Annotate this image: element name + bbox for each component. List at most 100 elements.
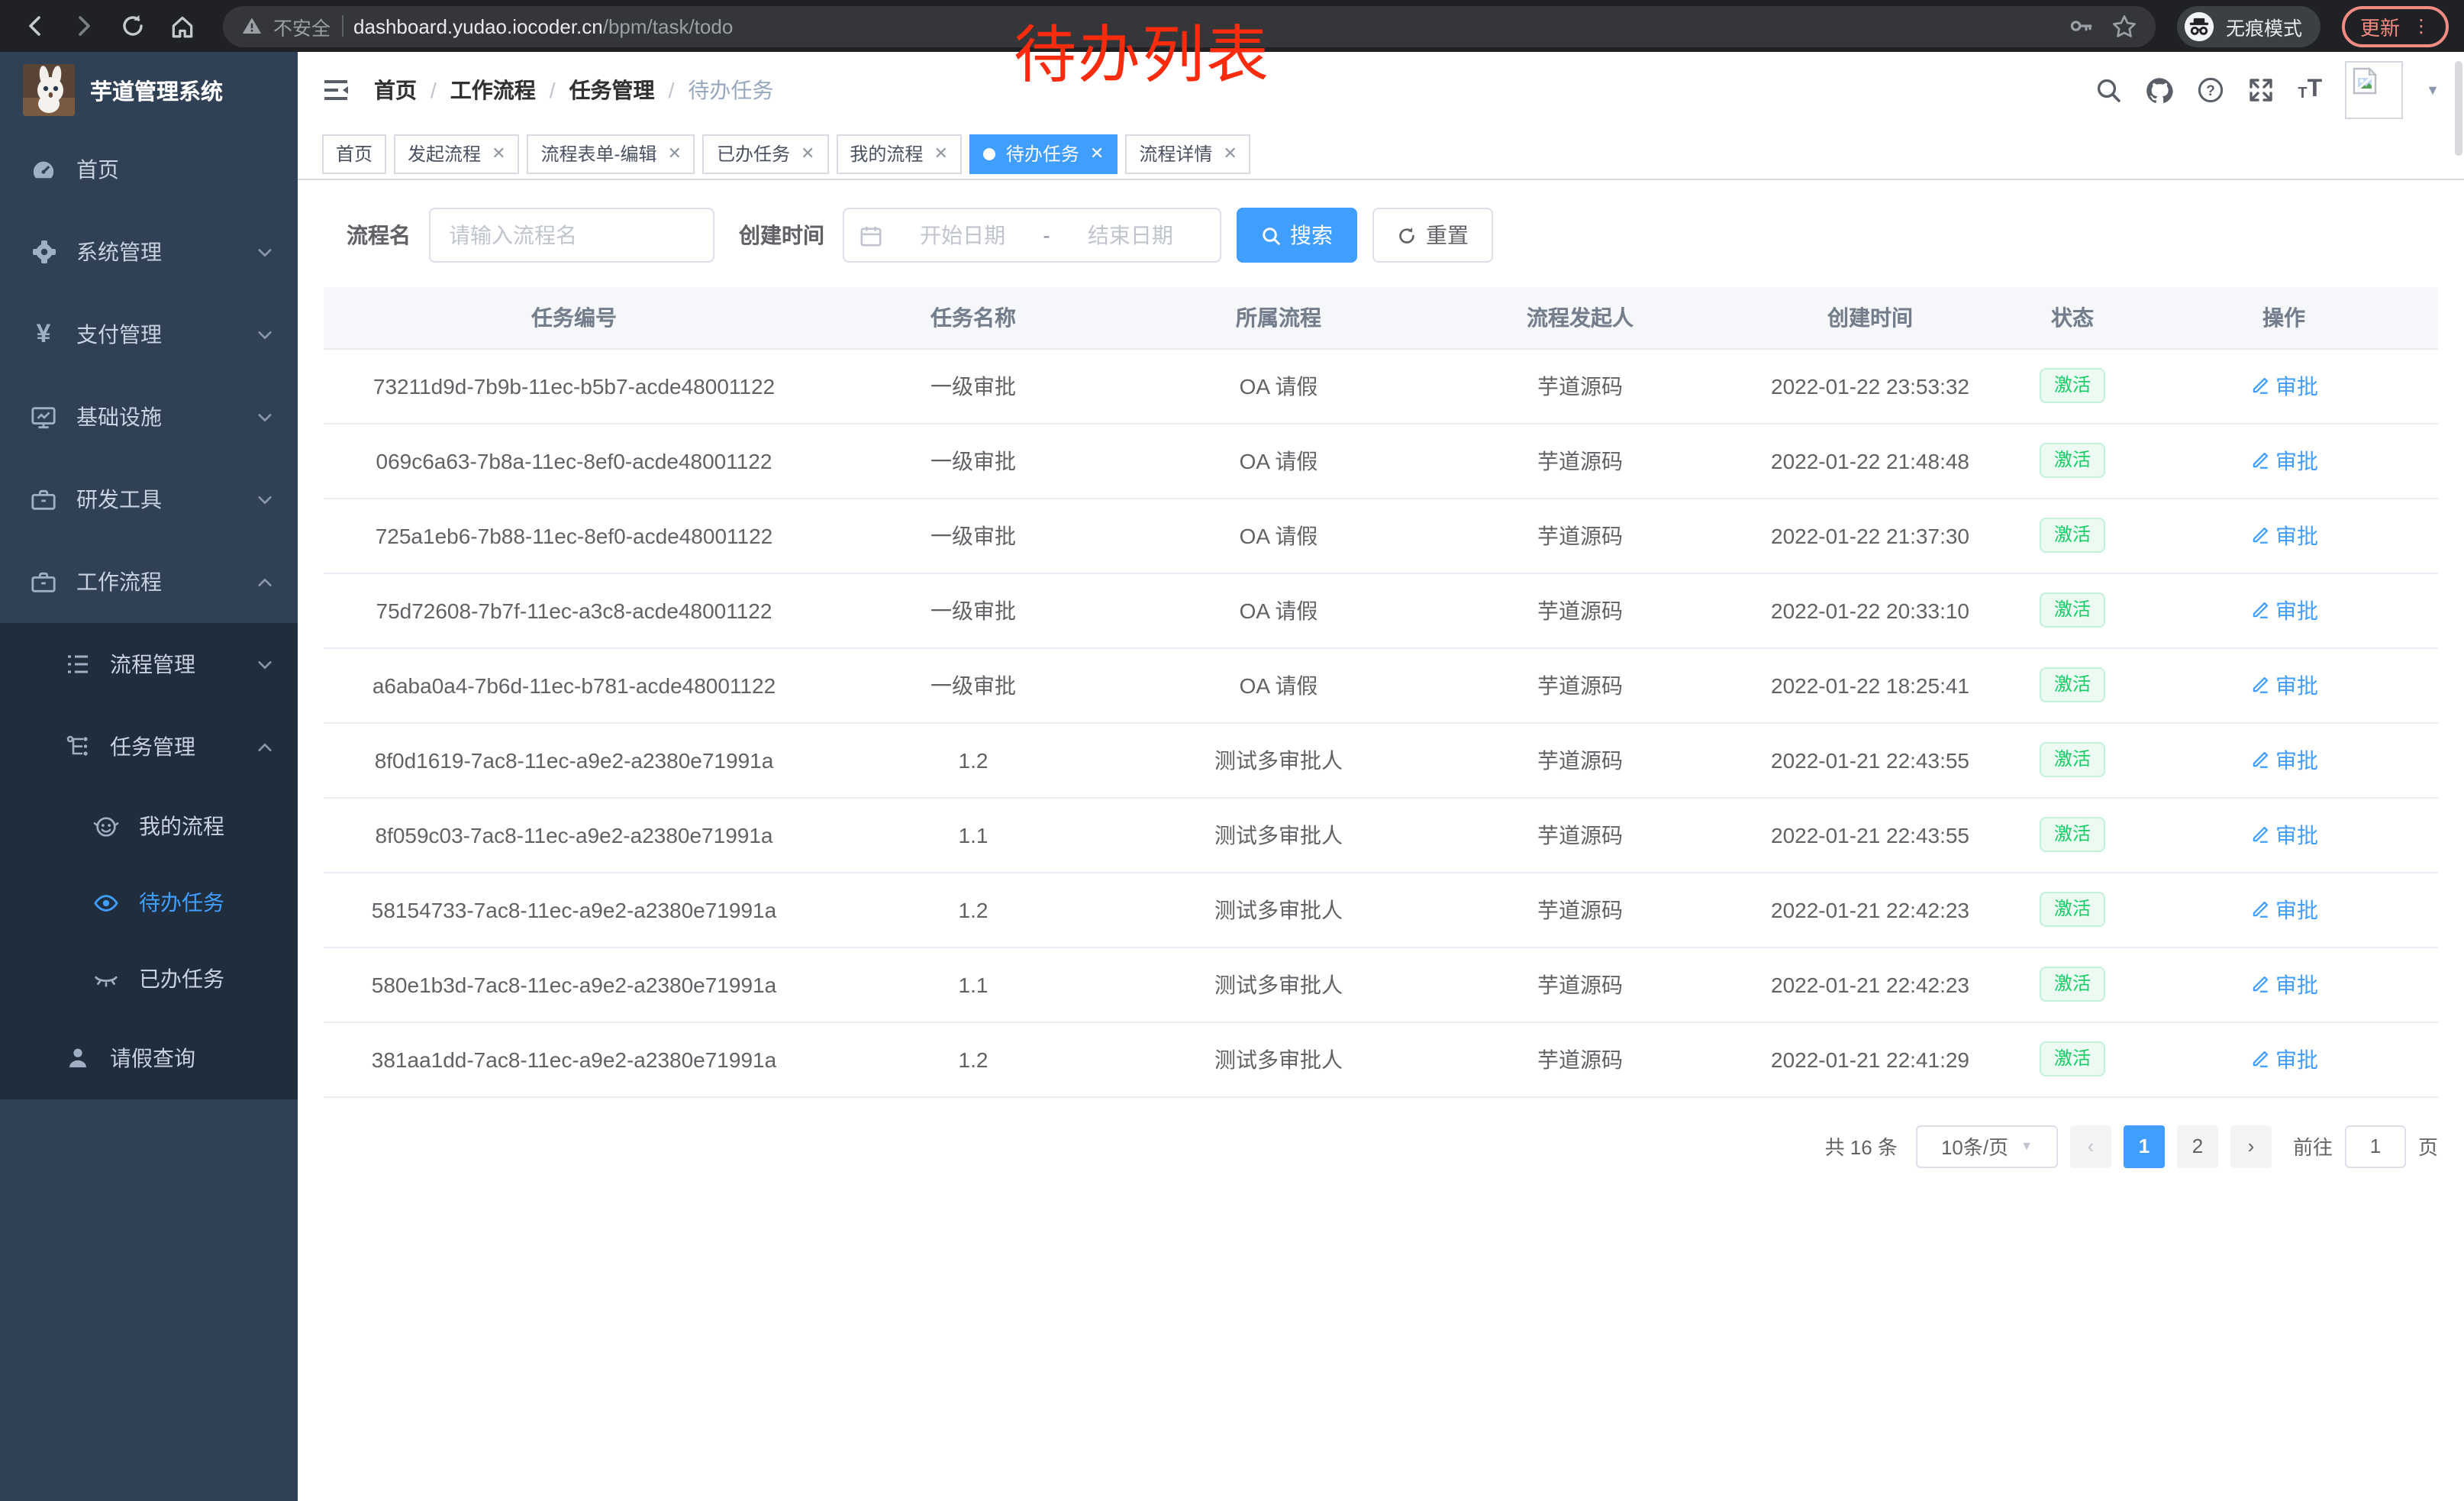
search-icon[interactable]: [2095, 76, 2122, 104]
process-name-input[interactable]: [429, 208, 714, 263]
sidebar-item-pay[interactable]: ¥ 支付管理: [0, 293, 298, 376]
sidebar-item-system[interactable]: 系统管理: [0, 211, 298, 293]
toolbox-icon: [31, 486, 56, 512]
sidebar-item-label: 工作流程: [76, 567, 162, 597]
sidebar-item-done-tasks[interactable]: 已办任务: [0, 941, 298, 1017]
task-time: 2022-01-21 22:43:55: [1725, 722, 2015, 797]
sidebar-item-leave-query[interactable]: 请假查询: [0, 1017, 298, 1099]
sidebar-item-devtools[interactable]: 研发工具: [0, 458, 298, 541]
search-button[interactable]: 搜索: [1237, 208, 1357, 263]
tab-start-process[interactable]: 发起流程✕: [394, 134, 519, 173]
start-date-placeholder[interactable]: 开始日期: [889, 220, 1037, 250]
goto-page-input[interactable]: [2345, 1125, 2406, 1167]
reload-icon[interactable]: [113, 6, 153, 46]
tab-todo-tasks[interactable]: 待办任务✕: [969, 134, 1118, 173]
sidebar-item-workflow[interactable]: 工作流程: [0, 541, 298, 623]
approve-link[interactable]: 审批: [2250, 1044, 2318, 1074]
status-badge: 激活: [2040, 668, 2104, 702]
tab-close-icon[interactable]: ✕: [1223, 144, 1237, 163]
sidebar-item-task-mgmt[interactable]: 任务管理: [0, 705, 298, 788]
task-time: 2022-01-22 21:37:30: [1725, 498, 2015, 573]
task-id: 8f059c03-7ac8-11ec-a9e2-a2380e71991a: [324, 797, 824, 872]
home-icon[interactable]: [162, 6, 202, 46]
approve-link[interactable]: 审批: [2250, 969, 2318, 999]
tab-done-tasks[interactable]: 已办任务✕: [703, 134, 828, 173]
date-range-picker[interactable]: 开始日期 - 结束日期: [843, 208, 1221, 263]
sidebar-item-label: 流程管理: [110, 649, 195, 679]
tab-home[interactable]: 首页: [322, 134, 386, 173]
breadcrumb-workflow[interactable]: 工作流程: [450, 75, 536, 105]
tab-close-icon[interactable]: ✕: [934, 144, 947, 163]
page-size-select[interactable]: 10条/页▼: [1916, 1125, 2058, 1167]
avatar[interactable]: [2345, 61, 2403, 119]
fullscreen-icon[interactable]: [2247, 76, 2275, 104]
scrollbar-thumb[interactable]: [2455, 61, 2462, 156]
approve-link[interactable]: 审批: [2250, 670, 2318, 700]
avatar-caret-icon[interactable]: ▼: [2426, 82, 2440, 98]
dashboard-icon: [31, 157, 56, 182]
app-logo-row[interactable]: 芋道管理系统: [0, 52, 298, 128]
back-icon[interactable]: [15, 6, 55, 46]
approve-link[interactable]: 审批: [2250, 894, 2318, 925]
sidebar-item-my-process[interactable]: 我的流程: [0, 788, 298, 864]
sidebar-collapse-icon[interactable]: [322, 76, 350, 104]
sidebar-item-home[interactable]: 首页: [0, 128, 298, 211]
tab-form-edit[interactable]: 流程表单-编辑✕: [527, 134, 695, 173]
omnibox-divider: [341, 15, 343, 37]
table-row: 58154733-7ac8-11ec-a9e2-a2380e71991a1.2测…: [324, 872, 2438, 947]
end-date-placeholder[interactable]: 结束日期: [1056, 220, 1205, 250]
next-page-button[interactable]: ›: [2230, 1125, 2272, 1167]
incognito-icon: [2183, 10, 2215, 42]
status-badge: 激活: [2040, 444, 2104, 478]
page-url[interactable]: dashboard.yudao.iocoder.cn/bpm/task/todo: [353, 15, 733, 37]
security-label[interactable]: 不安全: [273, 11, 331, 40]
tab-close-icon[interactable]: ✕: [492, 144, 505, 163]
tab-close-icon[interactable]: ✕: [801, 144, 814, 163]
page-button-1[interactable]: 1: [2124, 1125, 2165, 1167]
col-create-time: 创建时间: [1725, 287, 2015, 348]
chevron-up-icon: [256, 738, 273, 755]
browser-menu-icon[interactable]: ⋮: [2412, 17, 2430, 35]
forward-icon[interactable]: [64, 6, 104, 46]
col-task-id: 任务编号: [324, 287, 824, 348]
font-size-icon[interactable]: TT: [2298, 78, 2322, 102]
task-id: 725a1eb6-7b88-11ec-8ef0-acde48001122: [324, 498, 824, 573]
approve-link[interactable]: 审批: [2250, 819, 2318, 850]
approve-link[interactable]: 审批: [2250, 445, 2318, 476]
approve-link[interactable]: 审批: [2250, 595, 2318, 625]
breadcrumb: 首页 / 工作流程 / 任务管理 / 待办任务: [374, 75, 773, 105]
incognito-badge: 无痕模式: [2177, 5, 2320, 47]
bookmark-star-icon[interactable]: [2111, 13, 2137, 39]
page-button-2[interactable]: 2: [2177, 1125, 2218, 1167]
goto-label: 前往: [2293, 1131, 2333, 1160]
sidebar-item-label: 首页: [76, 154, 119, 185]
tab-close-icon[interactable]: ✕: [668, 144, 682, 163]
sidebar-item-label: 基础设施: [76, 402, 162, 432]
task-flow: OA 请假: [1122, 647, 1435, 722]
task-name: 一级审批: [824, 348, 1122, 423]
update-button[interactable]: 更新 ⋮: [2342, 5, 2449, 47]
task-id: 381aa1dd-7ac8-11ec-a9e2-a2380e71991a: [324, 1022, 824, 1096]
approve-link[interactable]: 审批: [2250, 370, 2318, 401]
task-id: 580e1b3d-7ac8-11ec-a9e2-a2380e71991a: [324, 947, 824, 1022]
tab-my-process[interactable]: 我的流程✕: [836, 134, 961, 173]
sidebar-item-todo-tasks[interactable]: 待办任务: [0, 864, 298, 941]
breadcrumb-task-mgmt[interactable]: 任务管理: [569, 75, 655, 105]
reset-button[interactable]: 重置: [1372, 208, 1493, 263]
sidebar-item-infra[interactable]: 基础设施: [0, 376, 298, 458]
breadcrumb-home[interactable]: 首页: [374, 75, 417, 105]
tab-close-icon[interactable]: ✕: [1090, 144, 1104, 163]
task-flow: OA 请假: [1122, 498, 1435, 573]
sidebar-item-process-mgmt[interactable]: 流程管理: [0, 623, 298, 705]
prev-page-button[interactable]: ‹: [2070, 1125, 2111, 1167]
approve-link[interactable]: 审批: [2250, 744, 2318, 775]
tab-process-detail[interactable]: 流程详情✕: [1125, 134, 1250, 173]
task-time: 2022-01-21 22:42:23: [1725, 872, 2015, 947]
task-id: 8f0d1619-7ac8-11ec-a9e2-a2380e71991a: [324, 722, 824, 797]
approve-link[interactable]: 审批: [2250, 520, 2318, 550]
svg-text:?: ?: [2207, 83, 2216, 99]
help-icon[interactable]: ?: [2197, 76, 2224, 104]
github-icon[interactable]: [2145, 76, 2174, 105]
task-name: 一级审批: [824, 647, 1122, 722]
key-icon[interactable]: [2069, 14, 2093, 38]
